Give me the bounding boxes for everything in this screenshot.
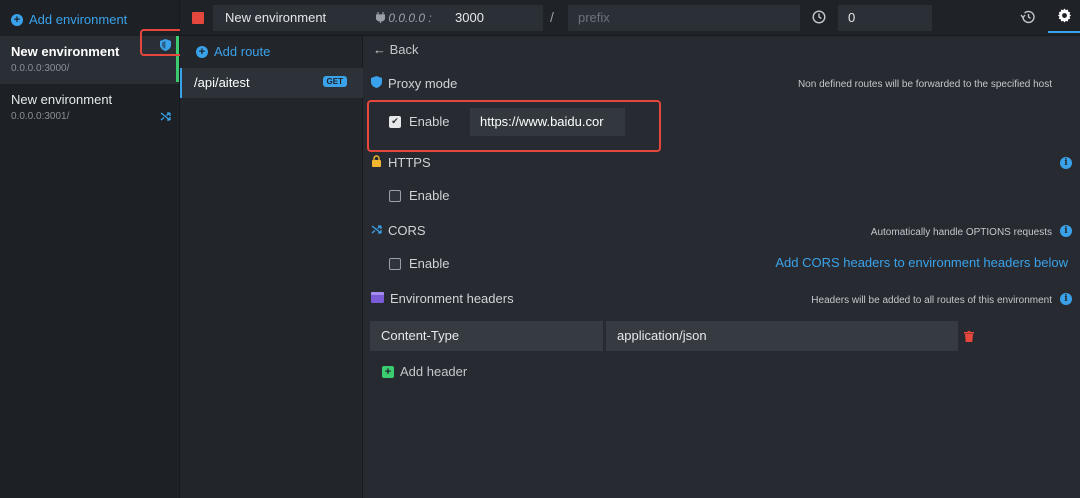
header-value-input[interactable]: application/json <box>606 321 958 351</box>
stop-environment-button[interactable] <box>192 12 204 24</box>
https-title: HTTPS <box>388 155 431 170</box>
plus-square-icon: + <box>382 365 394 378</box>
header-key-input[interactable]: Content-Type <box>370 321 603 351</box>
port-input[interactable]: 3000 <box>445 5 541 31</box>
host-text: 0.0.0.0 : <box>388 11 432 25</box>
environment-toolbar: New environment 0.0.0.0 : 3000 / prefix … <box>180 0 1080 36</box>
clock-icon <box>812 10 826 27</box>
plus-circle-icon: + <box>196 45 208 58</box>
headers-hint: Headers will be added to all routes of t… <box>811 295 1052 306</box>
shuffle-icon <box>371 223 382 238</box>
checkbox-unchecked-icon[interactable] <box>389 257 401 270</box>
cors-section-title: CORS <box>371 223 426 238</box>
add-route-button[interactable]: + Add route <box>196 44 270 59</box>
headers-section-title: Environment headers <box>371 291 514 306</box>
plus-circle-icon: + <box>11 13 23 26</box>
route-sidebar: + Add route /api/aitest GET <box>180 36 363 498</box>
proxy-title: Proxy mode <box>388 76 458 91</box>
add-header-label: Add header <box>400 364 468 379</box>
cors-hint: Automatically handle OPTIONS requests <box>870 227 1052 238</box>
plug-icon <box>375 12 386 23</box>
headers-icon <box>371 291 384 306</box>
environment-name: New environment <box>11 92 113 107</box>
add-cors-headers-link[interactable]: Add CORS headers to environment headers … <box>775 255 1068 270</box>
https-enable-label: Enable <box>409 188 450 203</box>
lock-icon <box>371 155 382 170</box>
info-icon[interactable]: i <box>1060 225 1072 237</box>
trash-icon[interactable] <box>964 330 974 345</box>
highlight-box <box>367 100 661 152</box>
add-route-label: Add route <box>214 44 271 59</box>
https-enable-toggle[interactable]: Enable <box>389 188 449 203</box>
proxy-section-title: Proxy mode <box>371 76 457 91</box>
info-icon[interactable]: i <box>1060 157 1072 169</box>
method-badge: GET <box>322 76 347 87</box>
host-label: 0.0.0.0 : <box>375 11 432 25</box>
add-header-button[interactable]: + Add header <box>382 364 467 379</box>
cors-enable-label: Enable <box>409 256 450 271</box>
add-environment-button[interactable]: + Add environment <box>11 12 127 27</box>
environment-address: 0.0.0.0:3001/ <box>11 111 70 122</box>
add-environment-label: Add environment <box>29 12 128 27</box>
cors-title: CORS <box>388 223 426 238</box>
environment-item[interactable]: New environment 0.0.0.0:3001/ <box>0 84 179 132</box>
checkbox-unchecked-icon[interactable] <box>389 189 401 202</box>
info-icon[interactable]: i <box>1060 293 1072 305</box>
https-section-title: HTTPS <box>371 155 431 170</box>
environment-sidebar: + Add environment New environment 0.0.0.… <box>0 0 202 498</box>
gear-icon[interactable] <box>1048 0 1080 33</box>
route-path: /api/aitest <box>194 75 250 90</box>
environment-address: 0.0.0.0:3000/ <box>11 63 70 74</box>
arrow-left-icon: ← <box>373 42 386 57</box>
back-label: Back <box>389 42 419 57</box>
shuffle-icon <box>160 111 171 125</box>
app-window: + Add environment New environment 0.0.0.… <box>0 0 1080 498</box>
history-icon[interactable] <box>1020 10 1035 27</box>
proxy-hint: Non defined routes will be forwarded to … <box>797 79 1052 90</box>
shield-icon <box>371 76 382 91</box>
prefix-separator: / <box>550 9 554 25</box>
headers-title: Environment headers <box>390 291 514 306</box>
route-item[interactable]: /api/aitest GET <box>180 68 363 98</box>
environment-settings-panel: ← Back Proxy mode Non defined routes wil… <box>363 36 1080 498</box>
back-button[interactable]: ← Back <box>373 42 419 57</box>
prefix-input[interactable]: prefix <box>568 5 800 31</box>
cors-enable-toggle[interactable]: Enable <box>389 256 449 271</box>
latency-input[interactable]: 0 <box>838 5 932 31</box>
